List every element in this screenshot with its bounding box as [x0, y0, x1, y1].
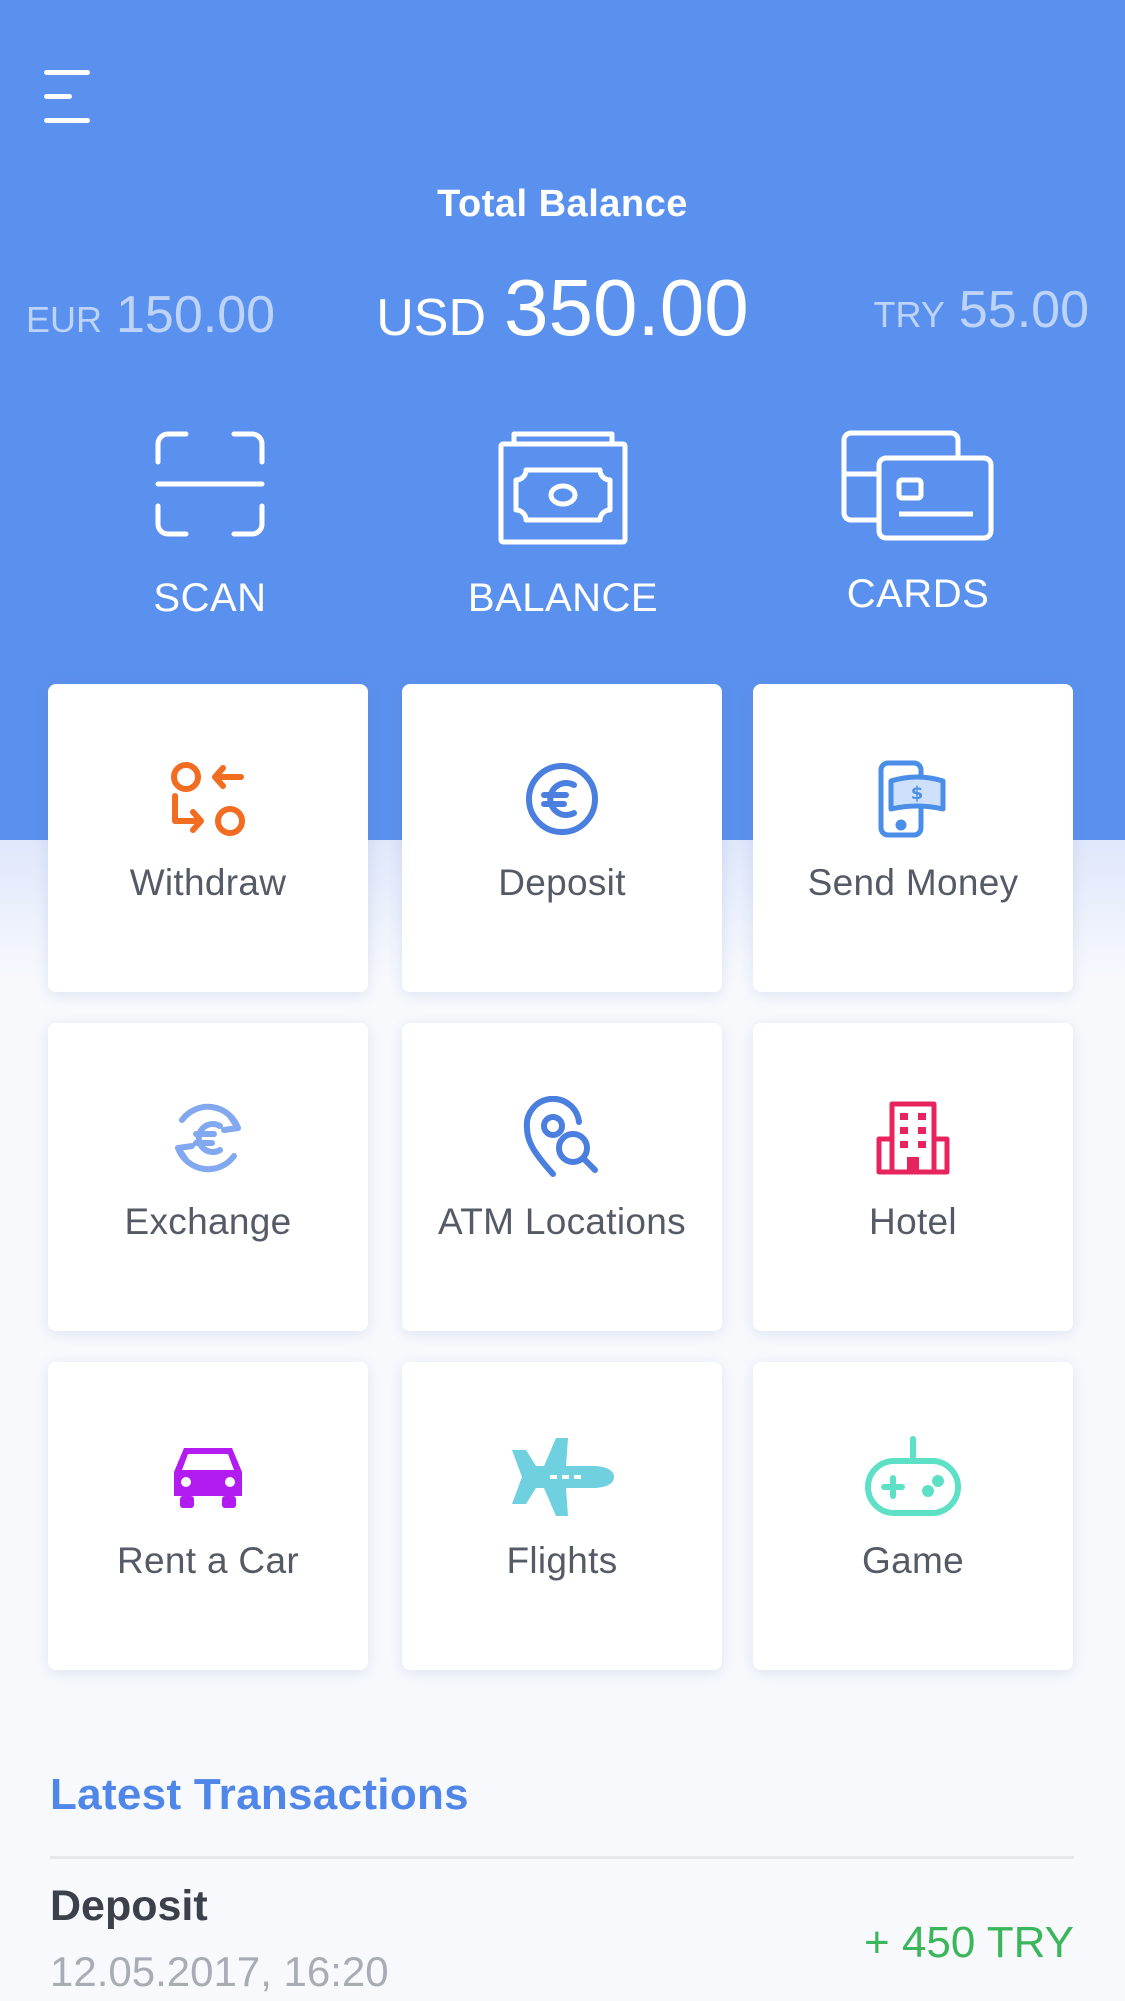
- total-balance-title: Total Balance: [437, 183, 688, 225]
- svg-text:$: $: [911, 783, 924, 804]
- cards-icon: [841, 430, 994, 541]
- balance-button[interactable]: BALANCE: [413, 430, 713, 621]
- usd-amount: 350.00: [504, 263, 749, 352]
- withdraw-tile[interactable]: Withdraw: [48, 684, 368, 992]
- euro-coin-icon: [526, 763, 598, 835]
- rent-a-car-label: Rent a Car: [117, 1540, 299, 1581]
- send-money-label: Send Money: [807, 862, 1019, 903]
- atm-locations-label: ATM Locations: [438, 1201, 686, 1242]
- balance-label: BALANCE: [467, 576, 659, 620]
- withdraw-label: Withdraw: [129, 862, 287, 903]
- withdraw-icon: [171, 762, 245, 836]
- transaction-amount: + 450 TRY: [864, 1918, 1074, 1967]
- car-icon: [174, 1448, 242, 1508]
- flights-tile[interactable]: Flights: [402, 1362, 722, 1670]
- send-money-tile[interactable]: $ Send Money: [753, 684, 1073, 992]
- hotel-label: Hotel: [869, 1201, 957, 1242]
- usd-currency-code: USD: [376, 289, 487, 347]
- transaction-date: 12.05.2017, 16:20: [50, 1948, 389, 1995]
- menu-line: [44, 118, 90, 123]
- send-money-phone-icon: $: [878, 760, 946, 838]
- cards-button[interactable]: CARDS: [768, 430, 1068, 617]
- try-amount: 55.00: [958, 281, 1089, 339]
- latest-transactions-heading: Latest Transactions: [50, 1770, 469, 1819]
- scan-button[interactable]: SCAN: [60, 430, 360, 621]
- scan-label: SCAN: [153, 576, 267, 620]
- rent-a-car-tile[interactable]: Rent a Car: [48, 1362, 368, 1670]
- hotel-tile[interactable]: Hotel: [753, 1023, 1073, 1331]
- flights-label: Flights: [506, 1540, 618, 1581]
- atm-location-icon: [523, 1096, 598, 1177]
- exchange-icon: [175, 1103, 241, 1173]
- try-balance[interactable]: TRY 55.00: [874, 280, 1090, 340]
- cards-label: CARDS: [846, 572, 990, 616]
- scan-icon: [155, 431, 265, 537]
- transaction-row[interactable]: Deposit 12.05.2017, 16:20 + 450 TRY: [50, 1880, 1074, 2001]
- transaction-name: Deposit: [50, 1882, 208, 1930]
- try-currency-code: TRY: [873, 294, 945, 335]
- hotel-icon: [876, 1101, 950, 1175]
- deposit-tile[interactable]: Deposit: [402, 684, 722, 992]
- airplane-icon: [512, 1438, 614, 1516]
- menu-line: [44, 70, 90, 75]
- game-label: Game: [862, 1540, 964, 1581]
- deposit-label: Deposit: [498, 862, 626, 903]
- menu-icon[interactable]: [44, 68, 94, 124]
- gamepad-icon: [865, 1436, 961, 1516]
- atm-locations-tile[interactable]: ATM Locations: [402, 1023, 722, 1331]
- divider: [50, 1856, 1074, 1859]
- banknote-icon: [498, 431, 628, 545]
- menu-line: [44, 94, 72, 99]
- exchange-label: Exchange: [124, 1201, 292, 1242]
- exchange-tile[interactable]: Exchange: [48, 1023, 368, 1331]
- game-tile[interactable]: Game: [753, 1362, 1073, 1670]
